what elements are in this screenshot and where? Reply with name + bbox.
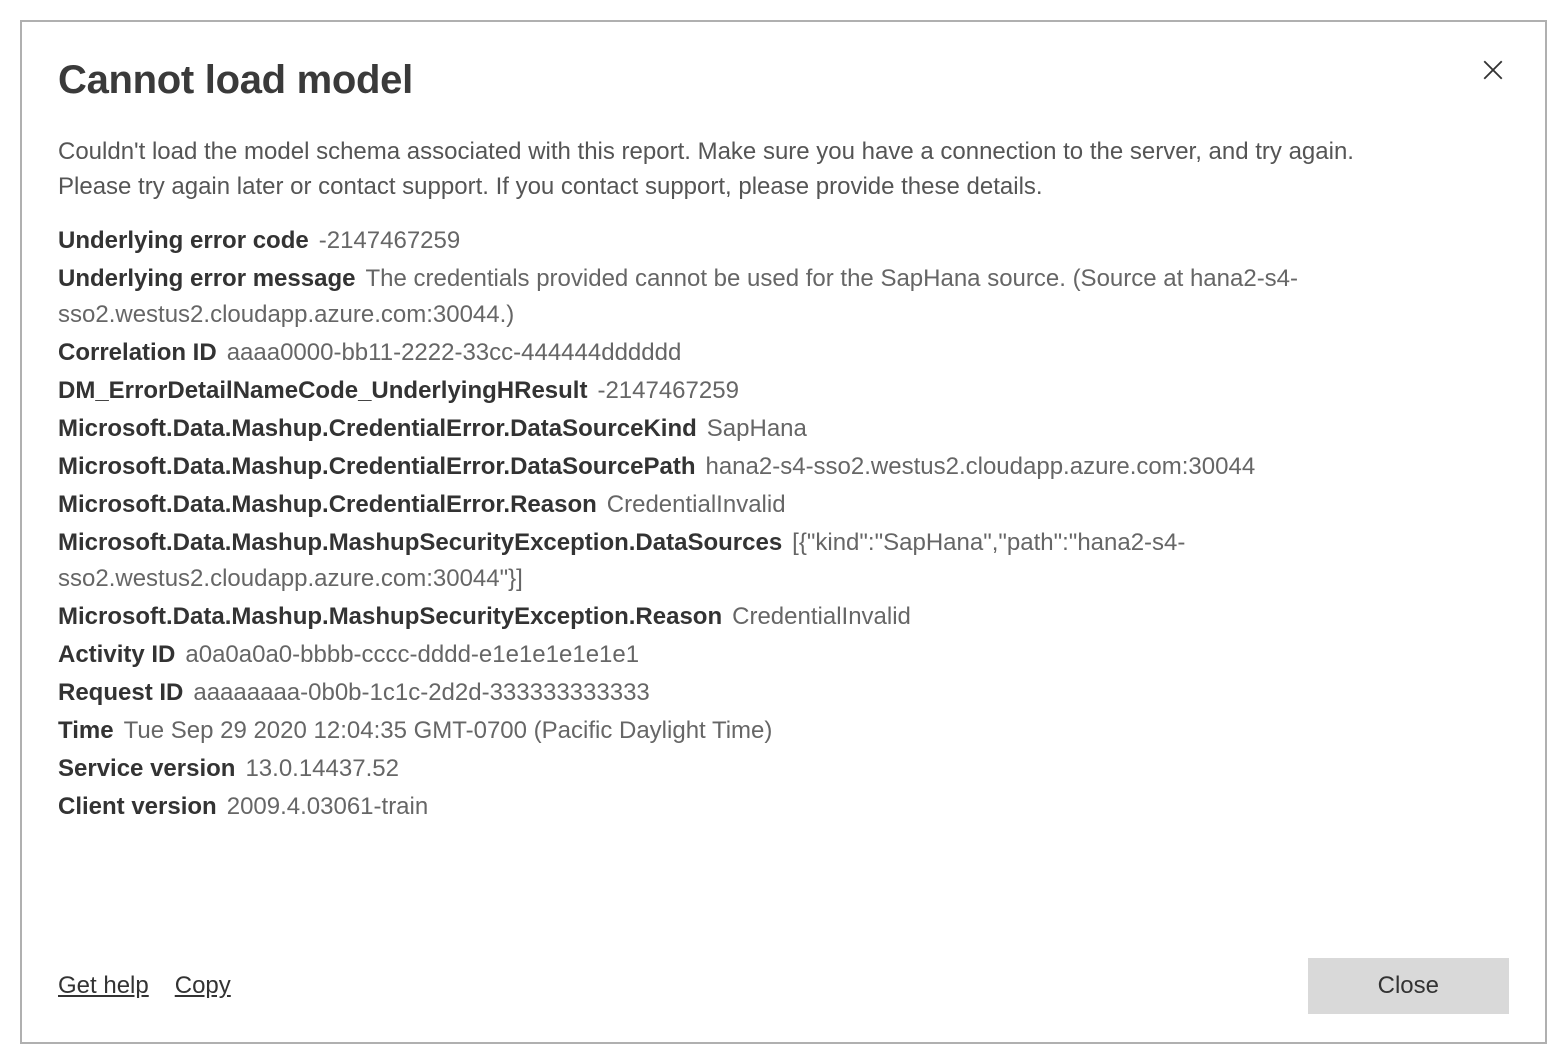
detail-row: Activity ID a0a0a0a0-bbbb-cccc-dddd-e1e1e…	[58, 637, 1509, 673]
detail-row: Client version 2009.4.03061-train	[58, 789, 1509, 825]
detail-value: a0a0a0a0-bbbb-cccc-dddd-e1e1e1e1e1e1	[185, 641, 639, 668]
dialog-intro: Couldn't load the model schema associate…	[58, 135, 1509, 205]
detail-value: SapHana	[707, 415, 807, 442]
detail-row: Microsoft.Data.Mashup.CredentialError.Da…	[58, 449, 1509, 485]
detail-row: DM_ErrorDetailNameCode_UnderlyingHResult…	[58, 373, 1509, 409]
detail-label: Client version	[58, 793, 217, 820]
detail-row: Service version 13.0.14437.52	[58, 751, 1509, 787]
detail-label: Microsoft.Data.Mashup.CredentialError.Da…	[58, 415, 697, 442]
detail-label: Microsoft.Data.Mashup.MashupSecurityExce…	[58, 529, 782, 556]
intro-line-2: Please try again later or contact suppor…	[58, 170, 1509, 205]
detail-label: DM_ErrorDetailNameCode_UnderlyingHResult	[58, 377, 587, 404]
detail-value: aaaa0000-bb11-2222-33cc-444444dddddd	[227, 339, 682, 366]
detail-label: Correlation ID	[58, 339, 217, 366]
close-icon	[1483, 60, 1503, 80]
detail-row: Microsoft.Data.Mashup.MashupSecurityExce…	[58, 525, 1509, 597]
detail-row: Underlying error messageThe credentials …	[58, 261, 1509, 333]
intro-line-1: Couldn't load the model schema associate…	[58, 135, 1509, 170]
error-dialog: Cannot load model Couldn't load the mode…	[20, 20, 1547, 1044]
dialog-footer: Get help Copy Close	[58, 948, 1509, 1014]
detail-value: aaaaaaaa-0b0b-1c1c-2d2d-333333333333	[193, 679, 649, 706]
detail-value: Tue Sep 29 2020 12:04:35 GMT-0700 (Pacif…	[124, 717, 773, 744]
error-details: Underlying error code-2147467259Underlyi…	[58, 223, 1509, 825]
detail-label: Microsoft.Data.Mashup.MashupSecurityExce…	[58, 603, 722, 630]
detail-value: -2147467259	[319, 227, 460, 254]
detail-value: 2009.4.03061-train	[227, 793, 429, 820]
detail-label: Request ID	[58, 679, 183, 706]
detail-value: hana2-s4-sso2.westus2.cloudapp.azure.com…	[705, 453, 1255, 480]
detail-label: Underlying error code	[58, 227, 309, 254]
dialog-title: Cannot load model	[58, 58, 1509, 103]
detail-label: Activity ID	[58, 641, 175, 668]
detail-row: Request ID aaaaaaaa-0b0b-1c1c-2d2d-333333…	[58, 675, 1509, 711]
close-button[interactable]: Close	[1308, 958, 1509, 1014]
detail-value: 13.0.14437.52	[245, 755, 398, 782]
detail-value: -2147467259	[597, 377, 738, 404]
detail-row: Microsoft.Data.Mashup.CredentialError.Da…	[58, 411, 1509, 447]
detail-label: Microsoft.Data.Mashup.CredentialError.Da…	[58, 453, 695, 480]
close-x-button[interactable]	[1477, 54, 1509, 86]
detail-value: CredentialInvalid	[732, 603, 911, 630]
detail-value: CredentialInvalid	[607, 491, 786, 518]
detail-label: Microsoft.Data.Mashup.CredentialError.Re…	[58, 491, 597, 518]
detail-row: Time Tue Sep 29 2020 12:04:35 GMT-0700 (P…	[58, 713, 1509, 749]
footer-links: Get help Copy	[58, 972, 231, 1000]
dialog-body: Couldn't load the model schema associate…	[58, 135, 1509, 918]
detail-row: Microsoft.Data.Mashup.MashupSecurityExce…	[58, 599, 1509, 635]
detail-label: Time	[58, 717, 114, 744]
detail-row: Correlation ID aaaa0000-bb11-2222-33cc-44…	[58, 335, 1509, 371]
detail-row: Underlying error code -2147467259	[58, 223, 1509, 259]
get-help-link[interactable]: Get help	[58, 972, 149, 1000]
detail-label: Service version	[58, 755, 235, 782]
detail-label: Underlying error message	[58, 265, 355, 292]
detail-row: Microsoft.Data.Mashup.CredentialError.Re…	[58, 487, 1509, 523]
copy-link[interactable]: Copy	[175, 972, 231, 1000]
